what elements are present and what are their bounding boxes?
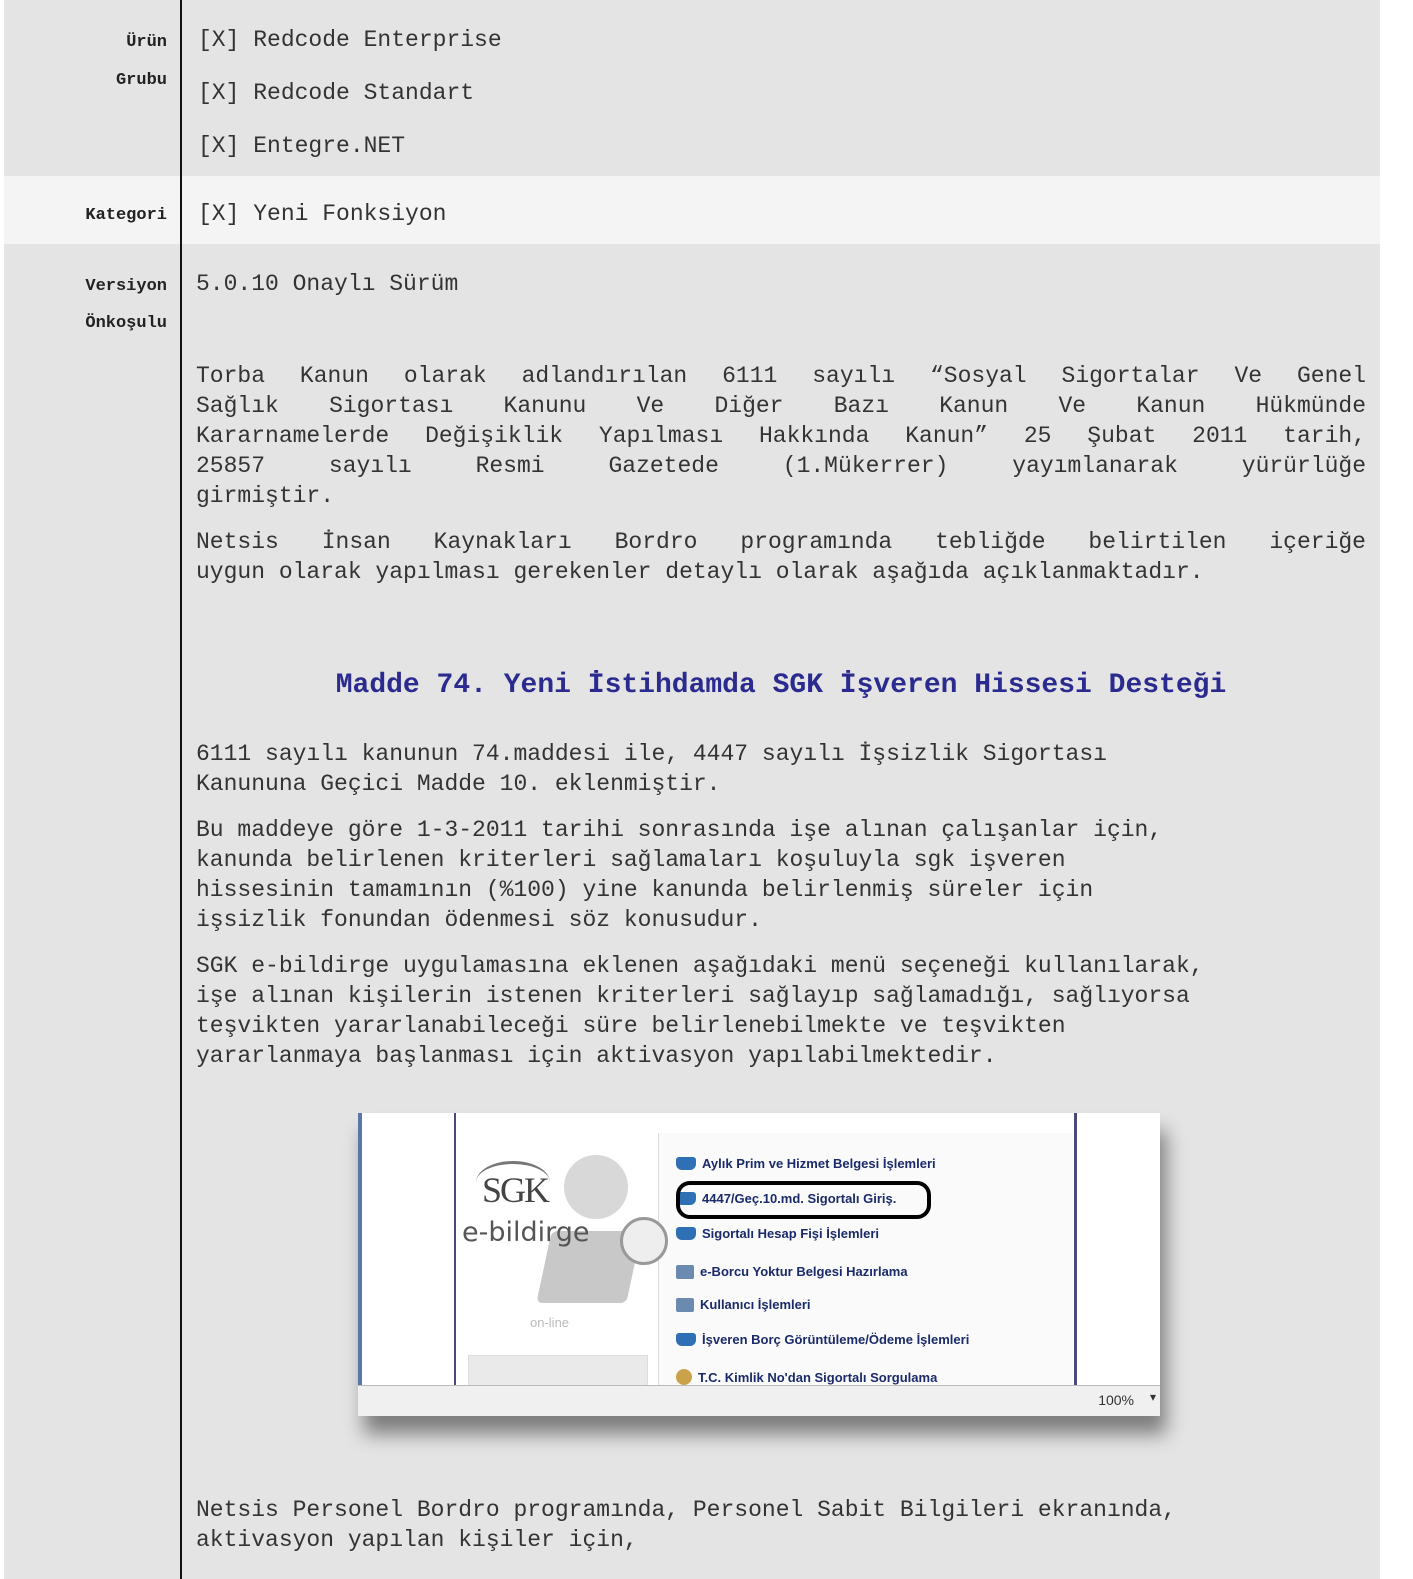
section-heading: Madde 74. Yeni İstihdamda SGK İşveren Hi… [335, 670, 1227, 701]
status-bar: 100% ▾ [358, 1385, 1160, 1416]
urun-grubu-item: [X] Redcode Standart [198, 80, 475, 106]
intro-paragraph: Torba Kanun olarak adlandırılan 6111 say… [196, 361, 1366, 511]
text-line: Netsis İnsan Kaynakları Bordro programın… [196, 529, 1366, 555]
frame-divider [1074, 1113, 1077, 1385]
text-line: Netsis Personel Bordro programında, Pers… [196, 1497, 1176, 1523]
versiyon-value: 5.0.10 Onaylı Sürüm [196, 271, 459, 297]
paragraph-1: 6111 sayılı kanunun 74.maddesi ile, 4447… [196, 739, 1107, 799]
menu-item-label: Kullanıcı İşlemleri [700, 1297, 811, 1312]
chevron-down-icon[interactable]: ▾ [1150, 1390, 1156, 1404]
sgk-logo: SGK [482, 1170, 550, 1210]
versiyon-label-line1: Versiyon [85, 277, 167, 296]
urun-grubu-item: [X] Entegre.NET [198, 133, 406, 159]
menu-item[interactable]: Aylık Prim ve Hizmet Belgesi İşlemleri [676, 1156, 936, 1171]
text-line: Kanununa Geçici Madde 10. eklenmiştir. [196, 771, 721, 797]
text-line: hissesinin tamamının (%100) yine kanunda… [196, 877, 1094, 903]
text-line: 25857 sayılı Resmi Gazetede (1.Mükerrer)… [196, 453, 1366, 479]
text-line: işe alınan kişilerin istenen kriterleri … [196, 983, 1190, 1009]
column-divider [180, 0, 182, 1579]
menu-item-label: Aylık Prim ve Hizmet Belgesi İşlemleri [702, 1156, 936, 1171]
folder-icon [676, 1227, 696, 1240]
text-line: uygun olarak yapılması gerekenler detayl… [196, 559, 1204, 585]
text-line: aktivasyon yapılan kişiler için, [196, 1527, 638, 1553]
paragraph-2: Bu maddeye göre 1-3-2011 tarihi sonrasın… [196, 815, 1162, 935]
menu-item[interactable]: İşveren Borç Görüntüleme/Ödeme İşlemleri [676, 1332, 969, 1347]
online-label: on-line [530, 1315, 570, 1330]
menu-item-label: T.C. Kimlik No'dan Sigortalı Sorgulama [698, 1369, 938, 1385]
text-line: girmiştir. [196, 483, 335, 509]
text-line: teşvikten yararlanabileceği süre belirle… [196, 1013, 1066, 1039]
text-line: kanunda belirlenen kriterleri sağlamalar… [196, 847, 1066, 873]
urun-grubu-label-line1: Ürün [126, 33, 167, 52]
menu-item-label: Sigortalı Hesap Fişi İşlemleri [702, 1226, 880, 1241]
text-line: Torba Kanun olarak adlandırılan 6111 say… [196, 363, 1366, 389]
paragraph-3: SGK e-bildirge uygulamasına eklenen aşağ… [196, 951, 1204, 1071]
app-name: e-bildirge [462, 1217, 590, 1248]
menu-item[interactable]: Sigortalı Hesap Fişi İşlemleri [676, 1226, 879, 1241]
kategori-label: Kategori [85, 206, 167, 225]
kategori-value: [X] Yeni Fonksiyon [198, 201, 447, 227]
person-illustration-icon [564, 1155, 628, 1219]
text-line: Bu maddeye göre 1-3-2011 tarihi sonrasın… [196, 817, 1163, 843]
frame-divider [454, 1113, 456, 1385]
person-icon [676, 1369, 692, 1385]
e-bildirge-screenshot: SGK e-bildirge on-line Aylık Prim ve Hiz… [358, 1113, 1160, 1416]
paragraph-4: Netsis Personel Bordro programında, Pers… [196, 1495, 1176, 1555]
document-icon [676, 1264, 694, 1279]
text-line: 6111 sayılı kanunun 74.maddesi ile, 4447… [196, 741, 1107, 767]
folder-icon [676, 1333, 696, 1346]
menu-item-label: İşveren Borç Görüntüleme/Ödeme İşlemleri [702, 1332, 970, 1347]
window-border [358, 1113, 362, 1385]
folder-icon [676, 1157, 696, 1170]
text-line: Sağlık Sigortası Kanunu Ve Diğer Bazı Ka… [196, 393, 1366, 419]
menu-item[interactable]: T.C. Kimlik No'dan Sigortalı Sorgulama [676, 1369, 937, 1385]
versiyon-label-line2: Önkoşulu [85, 314, 167, 333]
text-line: Kararnamelerde Değişiklik Yapılması Hakk… [196, 423, 1366, 449]
login-box [468, 1355, 648, 1387]
text-line: işsizlik fonundan ödenmesi söz konusudur… [196, 907, 762, 933]
menu-item[interactable]: e-Borcu Yoktur Belgesi Hazırlama [676, 1264, 908, 1279]
users-icon [676, 1297, 694, 1312]
intro2-paragraph: Netsis İnsan Kaynakları Bordro programın… [196, 527, 1366, 587]
menu-item[interactable]: Kullanıcı İşlemleri [676, 1297, 811, 1312]
menu-item-label: e-Borcu Yoktur Belgesi Hazırlama [700, 1264, 908, 1279]
text-line: SGK e-bildirge uygulamasına eklenen aşağ… [196, 953, 1204, 979]
highlight-oval [676, 1181, 931, 1219]
text-line: yararlanmaya başlanması için aktivasyon … [196, 1043, 997, 1069]
clock-icon [620, 1217, 668, 1265]
urun-grubu-item: [X] Redcode Enterprise [198, 27, 502, 53]
urun-grubu-label-line2: Grubu [115, 71, 167, 90]
zoom-level[interactable]: 100% [1098, 1392, 1134, 1408]
